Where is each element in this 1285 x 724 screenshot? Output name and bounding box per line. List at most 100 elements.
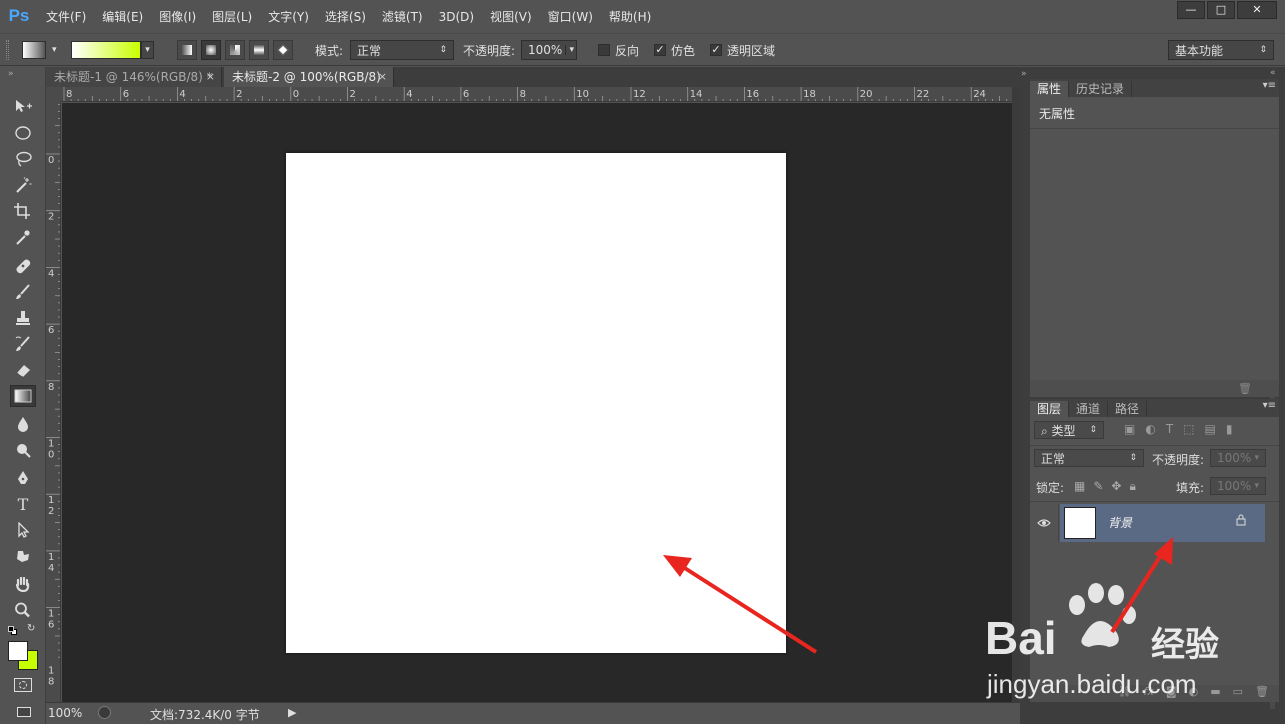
filter-smart-object-icon[interactable]: ▤ (1205, 422, 1216, 436)
menu-window[interactable]: 窗口(W) (540, 0, 601, 32)
menu-3d[interactable]: 3D(D) (431, 0, 482, 32)
menu-help[interactable]: 帮助(H) (601, 0, 659, 32)
reflected-gradient-button[interactable] (249, 40, 269, 60)
quick-mask-icon[interactable] (14, 678, 32, 692)
blur-tool-icon[interactable] (10, 413, 36, 435)
blend-mode-select[interactable]: 正常 ⇕ (1034, 449, 1144, 467)
horizontal-ruler[interactable]: 8 6 4 2 0 2 4 6 8 10 12 14 16 18 20 22 24 (61, 87, 1012, 102)
tab-channels[interactable]: 通道 (1069, 401, 1109, 417)
ruler-label: 24 (973, 89, 986, 100)
panel-menu-icon[interactable]: ▾≡ (1263, 80, 1276, 91)
swap-colors-icon[interactable]: ↻ (27, 623, 35, 634)
layer-filter-kind[interactable]: ⌕ 类型 ⇕ (1034, 421, 1104, 439)
gradient-tool-icon[interactable] (10, 385, 36, 407)
tab-history[interactable]: 历史记录 (1069, 81, 1133, 97)
reverse-checkbox[interactable]: 反向 (598, 34, 639, 66)
zoom-tool-icon[interactable] (10, 599, 36, 621)
lock-all-icon[interactable]: 🔒︎ (1129, 479, 1135, 494)
search-icon: ⌕ (1041, 423, 1052, 438)
close-tab-icon[interactable]: × (378, 67, 387, 87)
close-button[interactable]: ✕ (1237, 1, 1277, 19)
custom-shape-tool-icon[interactable] (10, 545, 36, 567)
mode-select[interactable]: 正常 ⇕ (350, 34, 454, 66)
maximize-button[interactable]: □ (1207, 1, 1235, 19)
lock-position-icon[interactable]: ✥ (1111, 479, 1121, 494)
linear-gradient-button[interactable] (177, 40, 197, 60)
filter-shape-icon[interactable]: ⬚ (1183, 422, 1194, 436)
opacity-input[interactable]: 100% ▾ (521, 34, 577, 66)
fill-value: 100% (1217, 479, 1252, 493)
layer-opacity-input[interactable]: 100% ▾ (1210, 449, 1266, 467)
path-selection-tool-icon[interactable] (10, 519, 36, 541)
screen-mode-icon[interactable] (14, 705, 32, 719)
pen-tool-icon[interactable] (10, 467, 36, 489)
collapse-icon[interactable]: » (8, 69, 14, 79)
ruler-label: 4 (48, 268, 54, 279)
menu-filter[interactable]: 滤镜(T) (374, 0, 431, 32)
dither-checkbox[interactable]: ✓ 仿色 (654, 34, 695, 66)
history-brush-tool-icon[interactable] (10, 333, 36, 355)
lock-buttons: ▦ ✎ ✥ 🔒︎ (1074, 479, 1136, 494)
healing-brush-tool-icon[interactable] (10, 255, 36, 277)
menu-edit[interactable]: 编辑(E) (94, 0, 151, 32)
clone-stamp-tool-icon[interactable] (10, 307, 36, 329)
visibility-eye-icon[interactable] (1030, 504, 1059, 542)
layer-name[interactable]: 背景 (1108, 514, 1132, 531)
menu-select[interactable]: 选择(S) (317, 0, 374, 32)
default-colors-icon[interactable] (8, 626, 18, 635)
canvas-workspace[interactable] (62, 103, 1012, 702)
document-canvas[interactable] (286, 153, 786, 653)
filter-pixel-icon[interactable]: ▣ (1124, 422, 1135, 436)
eyedropper-tool-icon[interactable] (10, 226, 36, 248)
menu-type[interactable]: 文字(Y) (260, 0, 317, 32)
tool-preset-picker[interactable]: ▾ (22, 34, 57, 66)
trash-icon[interactable]: 🗑 (1238, 382, 1252, 395)
tab-document-1[interactable]: 未标题-1 @ 146%(RGB/8) * × (46, 67, 222, 87)
magic-wand-tool-icon[interactable] (10, 174, 36, 196)
expand-icon[interactable]: « (1270, 68, 1276, 78)
move-tool-icon[interactable] (10, 95, 36, 117)
zoom-level[interactable]: 100% (48, 706, 82, 720)
panel-menu-icon[interactable]: ▾≡ (1263, 400, 1276, 411)
filter-type-icon[interactable]: T (1166, 422, 1173, 436)
diamond-gradient-button[interactable] (273, 40, 293, 60)
transparency-checkbox[interactable]: ✓ 透明区域 (710, 34, 775, 66)
fill-input[interactable]: 100% ▾ (1210, 477, 1266, 495)
lock-image-icon[interactable]: ✎ (1093, 479, 1103, 494)
eraser-tool-icon[interactable] (10, 359, 36, 381)
dodge-tool-icon[interactable] (10, 439, 36, 461)
brush-tool-icon[interactable] (10, 281, 36, 303)
trash-icon[interactable]: 🗑 (1255, 685, 1269, 702)
tab-paths[interactable]: 路径 (1108, 401, 1148, 417)
ruler-label: 2 (48, 506, 54, 517)
collapse-icon[interactable]: » (1021, 69, 1027, 79)
lasso-tool-icon[interactable] (10, 148, 36, 170)
minimize-button[interactable]: — (1177, 1, 1205, 19)
ruler-label: 1 (48, 609, 54, 620)
radial-gradient-button[interactable] (201, 40, 221, 60)
angle-gradient-button[interactable] (225, 40, 245, 60)
tab-layers[interactable]: 图层 (1030, 401, 1070, 417)
tab-properties[interactable]: 属性 (1030, 81, 1070, 97)
menu-file[interactable]: 文件(F) (38, 0, 94, 32)
tab-document-2[interactable]: 未标题-2 @ 100%(RGB/8) × (224, 67, 394, 87)
lock-transparent-icon[interactable]: ▦ (1074, 479, 1085, 494)
status-menu-arrow-icon[interactable]: ▶ (288, 706, 296, 719)
vertical-ruler[interactable]: 024681012141618 (46, 102, 61, 702)
filter-toggle-icon[interactable]: ▮ (1226, 422, 1233, 436)
menu-image[interactable]: 图像(I) (151, 0, 204, 32)
hand-tool-icon[interactable] (10, 573, 36, 595)
foreground-color-swatch[interactable] (8, 641, 28, 661)
gradient-picker[interactable]: ▾ (71, 34, 154, 66)
ruler-origin[interactable] (46, 87, 61, 102)
menu-layer[interactable]: 图层(L) (204, 0, 260, 32)
close-tab-icon[interactable]: × (206, 67, 215, 87)
workspace-select[interactable]: 基本功能 ⇕ (1168, 34, 1274, 66)
type-tool-icon[interactable]: T (10, 493, 36, 515)
filter-adjustment-icon[interactable]: ◐ (1145, 422, 1155, 436)
crop-tool-icon[interactable] (10, 200, 36, 222)
menu-view[interactable]: 视图(V) (482, 0, 540, 32)
doc-icon[interactable] (98, 706, 111, 719)
layer-item-background[interactable]: 背景 (1030, 504, 1279, 542)
marquee-tool-icon[interactable] (10, 122, 36, 144)
